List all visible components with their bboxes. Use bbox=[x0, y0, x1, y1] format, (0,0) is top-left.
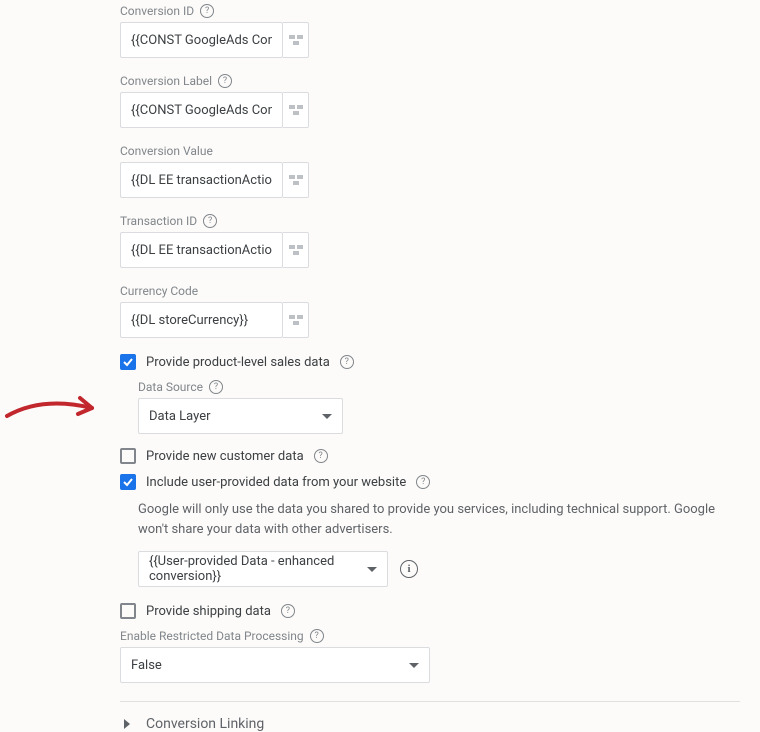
conversion-id-input[interactable] bbox=[120, 22, 283, 58]
user-provided-checkbox[interactable] bbox=[120, 474, 136, 490]
help-icon[interactable]: ? bbox=[416, 475, 430, 489]
user-provided-description: Google will only use the data you shared… bbox=[138, 500, 740, 539]
conversion-label-label: Conversion Label bbox=[120, 74, 212, 88]
variable-picker-button[interactable] bbox=[283, 302, 309, 338]
brick-icon bbox=[289, 105, 303, 115]
info-icon[interactable]: i bbox=[400, 560, 418, 578]
variable-picker-button[interactable] bbox=[283, 162, 309, 198]
chevron-down-icon bbox=[322, 414, 332, 419]
data-source-value: Data Layer bbox=[149, 409, 211, 424]
brick-icon bbox=[289, 35, 303, 45]
conversion-value-input[interactable] bbox=[120, 162, 283, 198]
help-icon[interactable]: ? bbox=[218, 74, 232, 88]
new-customer-checkbox[interactable] bbox=[120, 448, 136, 464]
chevron-down-icon bbox=[409, 663, 419, 668]
user-provided-label: Include user-provided data from your web… bbox=[146, 475, 406, 490]
conversion-label-input[interactable] bbox=[120, 92, 283, 128]
shipping-label: Provide shipping data bbox=[146, 604, 271, 619]
user-provided-data-dropdown[interactable]: {{User-provided Data - enhanced conversi… bbox=[138, 551, 388, 587]
chevron-down-icon bbox=[367, 567, 377, 572]
transaction-id-input[interactable] bbox=[120, 232, 283, 268]
checkmark-icon bbox=[122, 356, 134, 368]
help-icon[interactable]: ? bbox=[200, 4, 214, 18]
help-icon[interactable]: ? bbox=[340, 355, 354, 369]
conversion-linking-section[interactable]: Conversion Linking bbox=[120, 702, 740, 732]
variable-picker-button[interactable] bbox=[283, 92, 309, 128]
currency-code-input[interactable] bbox=[120, 302, 283, 338]
variable-picker-button[interactable] bbox=[283, 22, 309, 58]
help-icon[interactable]: ? bbox=[310, 629, 324, 643]
brick-icon bbox=[289, 245, 303, 255]
help-icon[interactable]: ? bbox=[209, 380, 223, 394]
help-icon[interactable]: ? bbox=[281, 604, 295, 618]
data-source-label: Data Source bbox=[138, 380, 203, 394]
help-icon[interactable]: ? bbox=[203, 214, 217, 228]
restricted-label: Enable Restricted Data Processing bbox=[120, 629, 304, 643]
user-provided-data-value: {{User-provided Data - enhanced conversi… bbox=[149, 554, 367, 584]
variable-picker-button[interactable] bbox=[283, 232, 309, 268]
brick-icon bbox=[289, 315, 303, 325]
product-level-checkbox[interactable] bbox=[120, 354, 136, 370]
checkmark-icon bbox=[122, 476, 134, 488]
currency-code-label: Currency Code bbox=[120, 284, 198, 298]
transaction-id-label: Transaction ID bbox=[120, 214, 197, 228]
restricted-value: False bbox=[131, 658, 162, 673]
conversion-id-label: Conversion ID bbox=[120, 4, 194, 18]
conversion-value-label: Conversion Value bbox=[120, 144, 213, 158]
data-source-dropdown[interactable]: Data Layer bbox=[138, 398, 343, 434]
product-level-label: Provide product-level sales data bbox=[146, 355, 330, 370]
help-icon[interactable]: ? bbox=[314, 449, 328, 463]
restricted-dropdown[interactable]: False bbox=[120, 647, 430, 683]
new-customer-label: Provide new customer data bbox=[146, 449, 304, 464]
annotation-arrow bbox=[2, 388, 112, 428]
brick-icon bbox=[289, 175, 303, 185]
conversion-linking-label: Conversion Linking bbox=[146, 716, 264, 732]
chevron-right-icon bbox=[124, 719, 130, 729]
